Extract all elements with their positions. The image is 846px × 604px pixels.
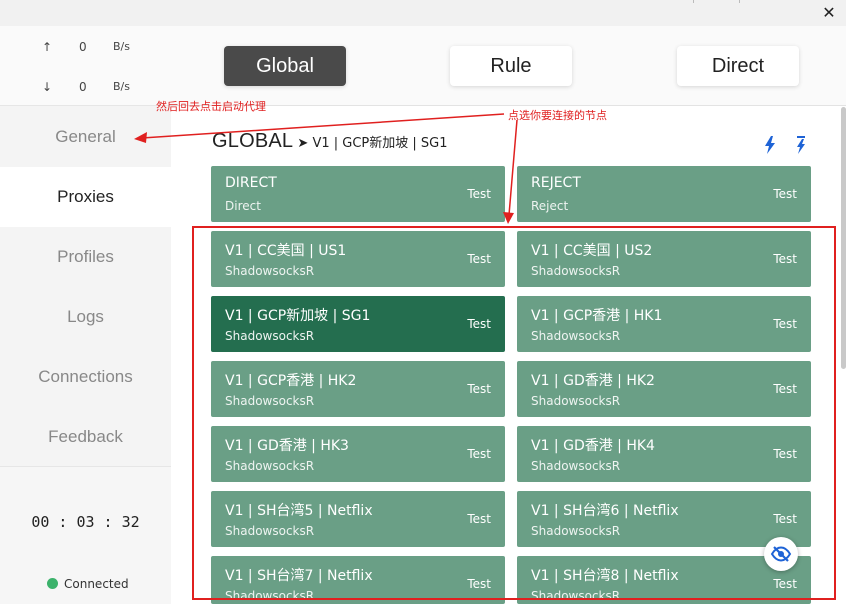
annotation-arrow-general: [141, 113, 505, 139]
annotation-arrowhead: [503, 212, 514, 224]
annotation-arrow-proxy: [508, 119, 518, 216]
annotation-arrows: [134, 113, 518, 224]
annotation-arrowhead: [134, 132, 147, 143]
